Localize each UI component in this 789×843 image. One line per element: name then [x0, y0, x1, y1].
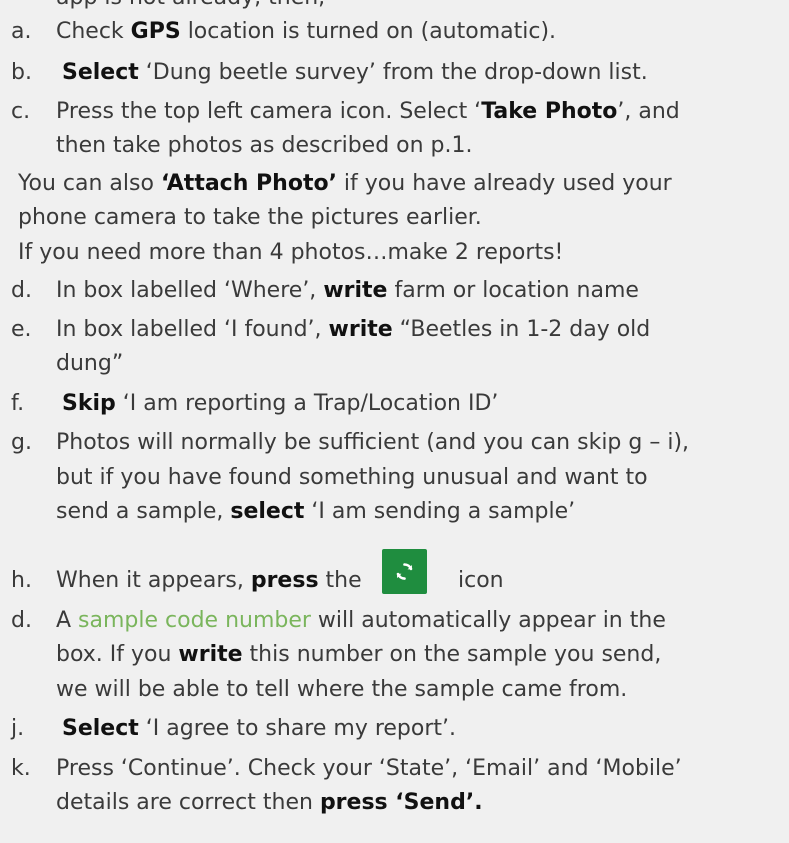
step-label: j.: [11, 716, 25, 741]
step-label: g.: [11, 430, 32, 455]
step-text: Skip ‘I am reporting a Trap/Location ID’: [62, 391, 499, 416]
step-label: b.: [11, 60, 32, 85]
top-partial-line: app is not already, then,: [56, 0, 325, 9]
step-label: e.: [11, 317, 32, 342]
step-text: Select ‘I agree to share my report’.: [62, 716, 457, 741]
step-text: In box labelled ‘I found’, write “Beetle…: [56, 317, 651, 342]
step-label: d.: [11, 608, 32, 633]
instruction-page: app is not already, then, a. Check GPS l…: [0, 0, 789, 843]
step-text: Check GPS location is turned on (automat…: [56, 19, 557, 44]
step-h-after: icon: [458, 568, 504, 593]
sample-code-text: sample code number: [78, 608, 311, 633]
step-text: When it appears, press the: [56, 568, 362, 593]
step-label: f.: [11, 391, 25, 416]
step-text: Press the top left camera icon. Select ‘…: [56, 99, 680, 124]
step-label: k.: [11, 756, 31, 781]
step-text: Select ‘Dung beetle survey’ from the dro…: [62, 60, 648, 85]
step-text: A sample code number will automatically …: [56, 608, 666, 633]
step-text: In box labelled ‘Where’, write farm or l…: [56, 278, 639, 303]
step-label: d.: [11, 278, 32, 303]
step-label: a.: [11, 19, 32, 44]
step-label: h.: [11, 568, 32, 593]
step-label: c.: [11, 99, 31, 124]
sync-icon: [382, 549, 427, 594]
